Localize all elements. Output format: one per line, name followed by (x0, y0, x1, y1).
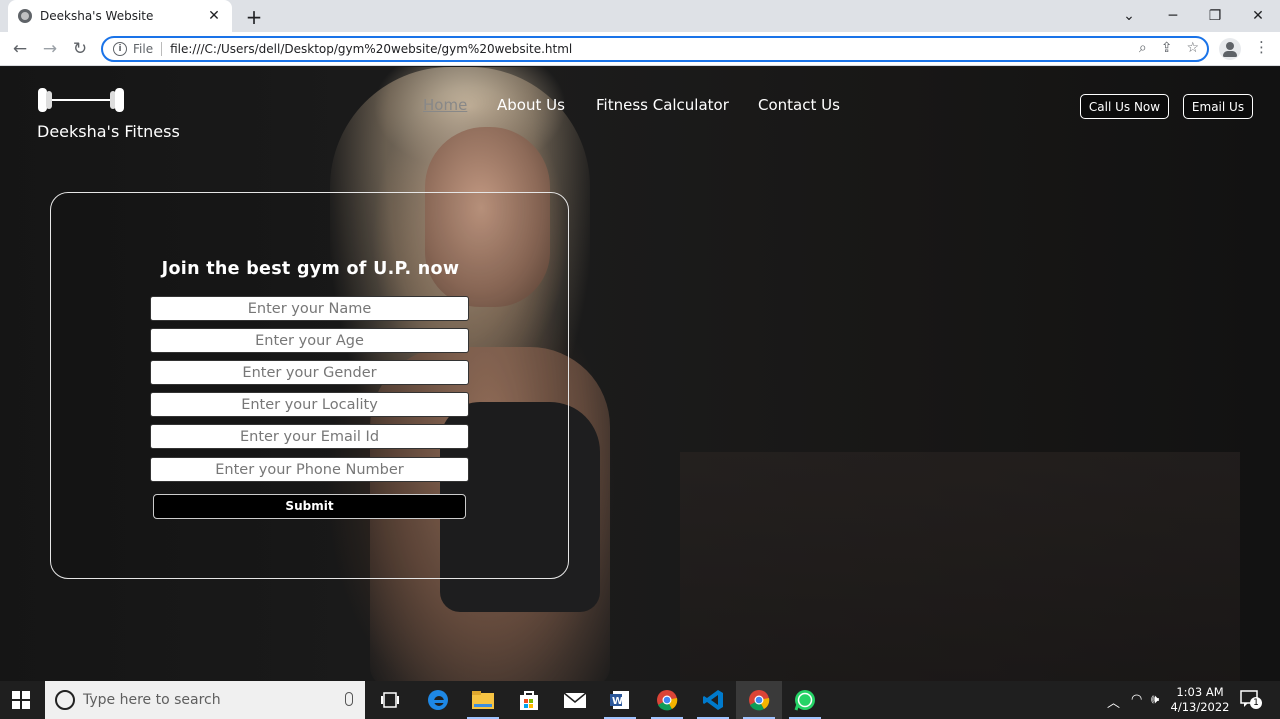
age-input[interactable] (150, 328, 469, 353)
bookmark-star-icon[interactable]: ☆ (1186, 40, 1199, 56)
windows-start-icon[interactable] (12, 691, 30, 709)
url-text[interactable]: file:///C:/Users/dell/Desktop/gym%20webs… (170, 42, 572, 56)
clock-date: 4/13/2022 (1170, 700, 1230, 714)
tab-search-chevron-icon[interactable]: ⌄ (1108, 0, 1150, 32)
nav-home-link[interactable]: Home (423, 96, 467, 114)
background-gym-equipment (680, 452, 1240, 681)
forward-arrow-icon[interactable]: → (39, 38, 61, 60)
close-tab-icon[interactable]: ✕ (206, 8, 222, 24)
signup-form: Join the best gym of U.P. now Submit (50, 192, 569, 579)
form-title: Join the best gym of U.P. now (161, 259, 460, 279)
taskbar-search-box[interactable]: Type here to search (45, 681, 365, 719)
clock-time: 1:03 AM (1176, 685, 1224, 699)
notification-center-icon[interactable]: 1 (1240, 690, 1262, 709)
mail-icon[interactable] (552, 681, 598, 719)
menu-kebab-icon[interactable]: ⋮ (1254, 38, 1269, 56)
url-scheme-label: File (133, 42, 154, 56)
browser-toolbar: ← → ↻ i File file:///C:/Users/dell/Deskt… (0, 32, 1280, 66)
browser-tab-strip: Deeksha's Website ✕ + ⌄ ─ ❐ ✕ (0, 0, 1280, 32)
address-bar[interactable]: i File file:///C:/Users/dell/Desktop/gym… (101, 36, 1209, 62)
email-us-button[interactable]: Email Us (1183, 94, 1253, 119)
nav-contact-link[interactable]: Contact Us (758, 96, 840, 114)
brand-name: Deeksha's Fitness (37, 122, 180, 141)
close-window-button[interactable]: ✕ (1237, 0, 1279, 32)
locality-input[interactable] (150, 392, 469, 417)
windows-taskbar: Type here to search W ︿ ◠ 🕪 1:03 AM 4/13… (0, 681, 1280, 719)
edge-icon[interactable] (415, 681, 461, 719)
globe-icon (18, 9, 32, 23)
tab-title: Deeksha's Website (40, 9, 154, 23)
minimize-button[interactable]: ─ (1152, 0, 1194, 32)
browser-tab[interactable]: Deeksha's Website ✕ (8, 0, 232, 32)
call-us-button[interactable]: Call Us Now (1080, 94, 1169, 119)
wifi-icon[interactable]: ◠ (1131, 692, 1142, 707)
info-icon[interactable]: i (113, 42, 127, 56)
cortana-icon (55, 690, 75, 710)
chrome-active-icon[interactable] (736, 681, 782, 719)
show-hidden-icons-chevron-icon[interactable]: ︿ (1107, 692, 1120, 711)
website-page: Deeksha's Fitness Home About Us Fitness … (0, 67, 1280, 681)
notification-badge: 1 (1250, 697, 1262, 709)
submit-button[interactable]: Submit (153, 494, 466, 519)
reload-icon[interactable]: ↻ (69, 38, 91, 60)
dumbbell-icon (38, 88, 124, 112)
file-explorer-icon[interactable] (460, 681, 506, 719)
share-icon[interactable]: ⇪ (1161, 40, 1173, 56)
name-input[interactable] (150, 296, 469, 321)
store-icon[interactable] (506, 681, 552, 719)
taskbar-search-placeholder: Type here to search (83, 692, 221, 708)
maximize-button[interactable]: ❐ (1194, 0, 1236, 32)
chrome-icon[interactable] (644, 681, 690, 719)
volume-icon[interactable]: 🕪 (1151, 692, 1159, 707)
vscode-icon[interactable] (690, 681, 736, 719)
profile-avatar-icon[interactable] (1219, 38, 1241, 60)
phone-input[interactable] (150, 457, 469, 482)
zoom-icon[interactable]: ⌕ (1139, 40, 1147, 56)
nav-about-link[interactable]: About Us (497, 96, 565, 114)
whatsapp-icon[interactable] (782, 681, 828, 719)
task-view-icon[interactable] (367, 681, 413, 719)
gender-input[interactable] (150, 360, 469, 385)
microphone-icon[interactable] (345, 692, 353, 706)
back-arrow-icon[interactable]: ← (9, 38, 31, 60)
url-separator (161, 42, 163, 56)
word-icon[interactable]: W (597, 681, 643, 719)
new-tab-button[interactable]: + (244, 5, 264, 29)
system-clock[interactable]: 1:03 AM 4/13/2022 (1170, 685, 1230, 715)
nav-fitness-calculator-link[interactable]: Fitness Calculator (596, 96, 729, 114)
svg-text:W: W (612, 696, 623, 707)
omnibox-actions: ⌕ ⇪ ☆ (1139, 40, 1199, 56)
email-input[interactable] (150, 424, 469, 449)
